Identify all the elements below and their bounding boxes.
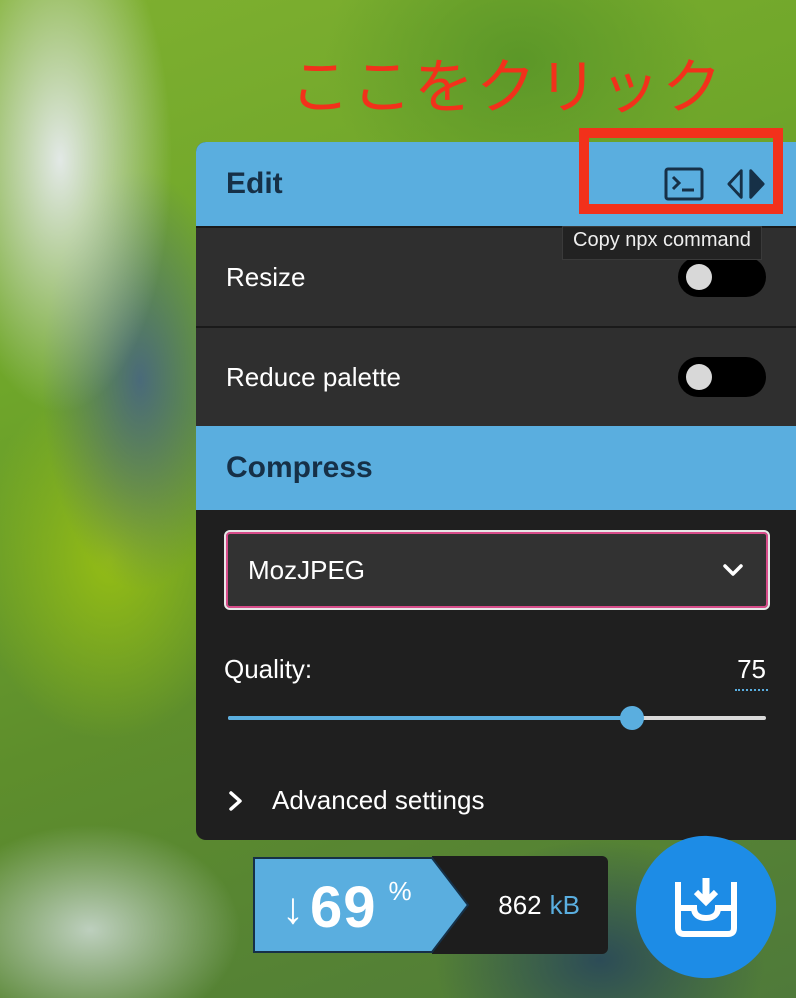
advanced-settings-label: Advanced settings (272, 785, 485, 815)
codec-selected-value: MozJPEG (248, 554, 366, 585)
copy-npx-tooltip: Copy npx command (562, 226, 762, 260)
edit-header: Edit (196, 142, 796, 226)
compare-toggle-button[interactable] (726, 166, 766, 202)
reduce-palette-toggle[interactable] (678, 357, 766, 397)
size-unit: kB (549, 889, 580, 920)
terminal-icon (664, 167, 704, 201)
codec-select[interactable]: MozJPEG (224, 530, 770, 610)
quality-label: Quality: (224, 654, 313, 684)
slider-fill (228, 716, 632, 720)
reduce-palette-option: Reduce palette (196, 326, 796, 426)
percent-sign: % (388, 876, 412, 906)
resize-label: Resize (226, 261, 306, 292)
reduction-text: ↓ 69 % (282, 874, 412, 941)
resize-toggle[interactable] (678, 257, 766, 297)
edit-header-tools (664, 166, 766, 202)
chevron-right-icon (229, 790, 242, 811)
download-button[interactable] (630, 832, 780, 982)
toggle-knob (686, 364, 712, 390)
chevron-down-icon (723, 564, 743, 576)
size-reduction-badge: ↓ 69 % (252, 856, 470, 954)
compress-body: MozJPEG Quality: 75 Advanced settings (196, 510, 796, 816)
toggle-knob (686, 264, 712, 290)
size-value: 862 (498, 889, 542, 920)
results-bar: 862 kB ↓ 69 % (252, 856, 612, 954)
reduction-percent: 69 (310, 875, 377, 940)
compress-title: Compress (226, 451, 373, 484)
advanced-settings-toggle[interactable]: Advanced settings (224, 785, 768, 816)
annotation-label: ここをクリック (290, 54, 724, 121)
reduce-palette-label: Reduce palette (226, 361, 401, 392)
quality-value-input[interactable]: 75 (735, 654, 768, 691)
edit-title: Edit (226, 167, 283, 200)
arrow-down-icon: ↓ (282, 884, 304, 933)
compare-arrows-icon (727, 169, 765, 199)
slider-thumb[interactable] (619, 706, 644, 730)
copy-npx-command-button[interactable] (664, 166, 704, 202)
compress-header: Compress (196, 426, 796, 510)
quality-row: Quality: 75 (224, 654, 768, 691)
quality-slider[interactable] (224, 703, 766, 733)
download-icon (635, 835, 777, 979)
